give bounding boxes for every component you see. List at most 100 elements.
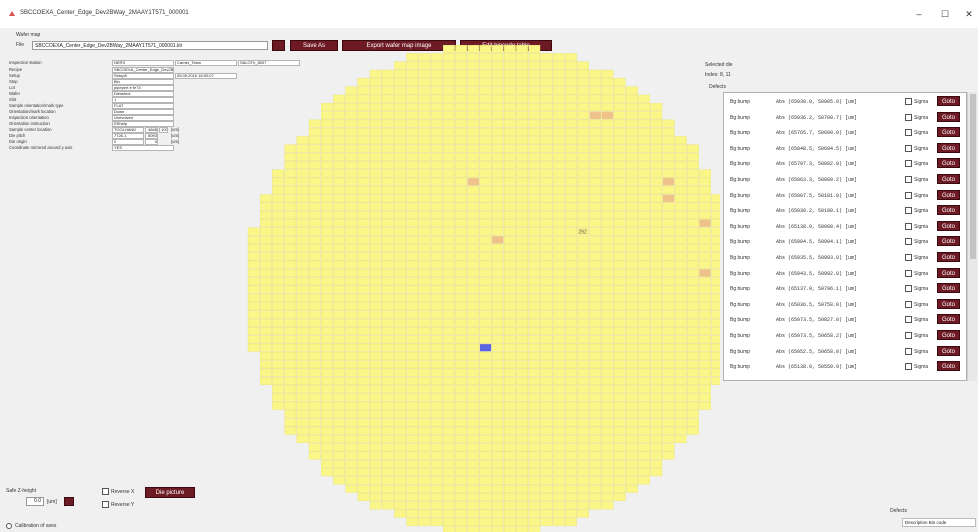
die-cell[interactable] [577, 69, 589, 78]
die-cell[interactable] [418, 484, 431, 493]
die-cell[interactable] [674, 277, 687, 286]
die-cell[interactable] [406, 260, 419, 269]
die-cell[interactable] [589, 152, 602, 161]
die-cell[interactable] [687, 210, 699, 219]
die-cell[interactable] [430, 459, 443, 468]
die-cell[interactable] [430, 202, 443, 211]
die-cell[interactable] [699, 352, 711, 360]
die-cell[interactable] [589, 435, 602, 443]
die-cell[interactable] [552, 459, 565, 468]
die-cell[interactable] [516, 103, 528, 111]
die-cell[interactable] [699, 360, 711, 369]
die-cell[interactable] [394, 451, 406, 460]
die-cell[interactable] [333, 360, 346, 369]
die-cell[interactable] [357, 161, 370, 170]
die-cell[interactable] [613, 352, 626, 360]
die-cell[interactable] [565, 252, 577, 261]
die-cell[interactable] [418, 227, 431, 236]
minimize-button[interactable]: – [912, 8, 926, 20]
die-cell[interactable] [674, 244, 687, 253]
die-cell[interactable] [467, 194, 480, 203]
safe-z-field[interactable]: 0.0 [26, 497, 44, 506]
die-cell[interactable] [552, 401, 565, 410]
die-cell[interactable] [601, 202, 614, 211]
die-cell[interactable] [381, 451, 394, 460]
die-cell[interactable] [601, 194, 614, 203]
die-cell[interactable] [528, 111, 541, 120]
die-cell[interactable] [308, 327, 321, 336]
die-cell[interactable] [613, 318, 626, 327]
die-cell[interactable] [430, 53, 443, 62]
die-cell[interactable] [442, 443, 455, 452]
die-cell[interactable] [369, 86, 382, 95]
die-cell[interactable] [638, 152, 650, 161]
die-cell[interactable] [552, 252, 565, 261]
die-cell[interactable] [577, 435, 589, 443]
die-cell[interactable] [540, 260, 553, 269]
die-cell[interactable] [369, 368, 382, 377]
die-cell[interactable] [674, 285, 687, 294]
die-cell[interactable] [406, 86, 419, 95]
die-cell[interactable] [394, 509, 406, 518]
die-cell[interactable] [430, 161, 443, 170]
die-cell[interactable] [455, 518, 467, 526]
die-cell[interactable] [320, 468, 333, 477]
die-cell[interactable] [589, 86, 602, 95]
die-cell[interactable] [552, 352, 565, 360]
die-cell[interactable] [406, 252, 419, 261]
die-cell[interactable] [455, 318, 467, 327]
die-cell[interactable] [638, 385, 650, 394]
die-cell[interactable] [418, 144, 431, 153]
die-cell[interactable] [284, 269, 297, 277]
die-cell[interactable] [687, 352, 699, 360]
die-cell[interactable] [516, 293, 528, 302]
die-cell[interactable] [442, 360, 455, 369]
die-cell[interactable] [662, 260, 675, 269]
die-cell[interactable] [455, 335, 467, 344]
die-cell[interactable] [699, 252, 711, 261]
die-cell[interactable] [455, 327, 467, 336]
die-cell[interactable] [418, 426, 431, 435]
die-cell[interactable] [565, 61, 577, 70]
die-cell[interactable] [613, 161, 626, 170]
die-cell[interactable] [381, 476, 394, 485]
die-cell[interactable] [345, 210, 358, 219]
die-cell[interactable] [430, 376, 443, 385]
die-cell[interactable] [406, 127, 419, 136]
die-cell[interactable] [565, 103, 577, 111]
die-cell[interactable] [333, 219, 346, 228]
die-cell[interactable] [626, 376, 638, 385]
die-cell[interactable] [418, 468, 431, 477]
die-cell[interactable] [491, 244, 504, 253]
die-cell[interactable] [455, 103, 467, 111]
die-cell[interactable] [565, 459, 577, 468]
die-cell[interactable] [406, 285, 419, 294]
die-cell[interactable] [455, 177, 467, 186]
die-cell[interactable] [260, 318, 272, 327]
die-cell[interactable] [711, 302, 720, 311]
die-cell[interactable] [601, 244, 614, 253]
die-cell[interactable] [418, 393, 431, 402]
die-cell[interactable] [455, 235, 467, 244]
die-cell[interactable] [479, 493, 492, 502]
die-cell[interactable] [613, 210, 626, 219]
die-cell[interactable] [369, 343, 382, 352]
die-cell[interactable] [626, 360, 638, 369]
die-cell[interactable] [467, 410, 480, 419]
die-cell[interactable] [479, 518, 492, 526]
die-cell[interactable] [357, 426, 370, 435]
die-cell[interactable] [552, 53, 565, 62]
die-cell[interactable] [320, 194, 333, 203]
die-cell[interactable] [357, 484, 370, 493]
die-cell[interactable] [662, 269, 675, 277]
die-cell[interactable] [284, 227, 297, 236]
die-cell[interactable] [357, 451, 370, 460]
die-cell[interactable] [394, 210, 406, 219]
die-cell[interactable] [565, 343, 577, 352]
die-cell[interactable] [430, 244, 443, 253]
die-cell[interactable] [320, 227, 333, 236]
die-cell[interactable] [442, 260, 455, 269]
die-cell[interactable] [516, 269, 528, 277]
die-cell[interactable] [247, 285, 260, 294]
die-cell[interactable] [552, 111, 565, 120]
